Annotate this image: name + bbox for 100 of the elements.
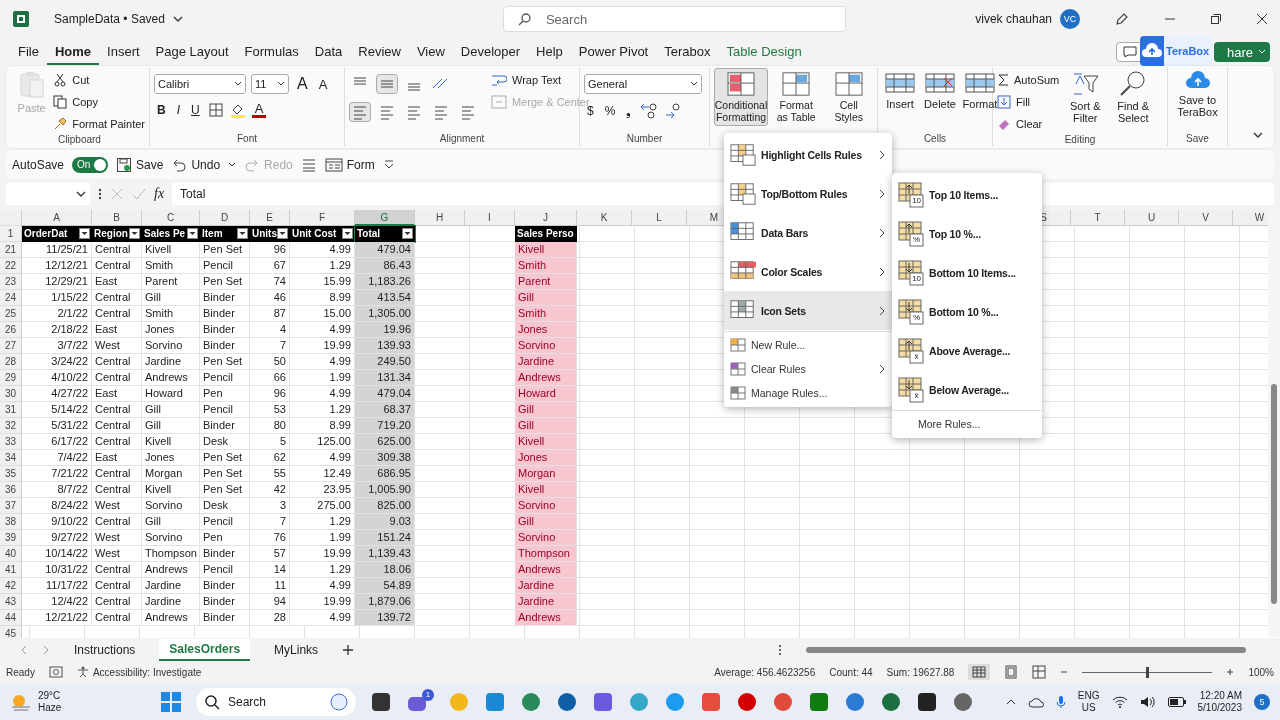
currency-button[interactable]: $ (584, 104, 597, 118)
ribbon-tab[interactable]: Insert (99, 39, 148, 65)
row-number[interactable]: 41 (0, 562, 22, 578)
row-number[interactable]: 25 (0, 306, 22, 322)
find-select-button[interactable]: Find & Select (1111, 68, 1156, 126)
menu-item[interactable]: 10 Bottom 10 Items... (892, 253, 1042, 292)
row-number[interactable]: 38 (0, 514, 22, 530)
notification-badge[interactable]: 5 (1254, 694, 1270, 710)
row-number[interactable]: 26 (0, 322, 22, 338)
column-header[interactable]: K (577, 210, 632, 226)
percent-button[interactable]: % (601, 104, 619, 118)
number-format-dropdown[interactable]: General (584, 74, 702, 94)
row-number[interactable]: 24 (0, 290, 22, 306)
row-number[interactable]: 40 (0, 546, 22, 562)
ribbon-tab[interactable]: Review (350, 39, 409, 65)
menu-item[interactable]: More Rules... (892, 412, 1042, 436)
row-number[interactable]: 36 (0, 482, 22, 498)
menu-item[interactable]: x̄ Above Average... (892, 331, 1042, 370)
user-avatar[interactable]: VC (1060, 9, 1080, 29)
terabox-toast[interactable]: TeraBox (1140, 36, 1213, 66)
row-number[interactable]: 35 (0, 466, 22, 482)
undo-button[interactable]: Undo (171, 156, 221, 173)
italic-button[interactable]: I (173, 103, 183, 117)
search-field[interactable]: Search (502, 6, 846, 32)
row-number[interactable]: 39 (0, 530, 22, 546)
sheet-tab[interactable]: MyLinks (264, 639, 329, 660)
row-number[interactable]: 32 (0, 418, 22, 434)
autosum-button[interactable]: AutoSum (997, 70, 1060, 90)
row-number[interactable]: 34 (0, 450, 22, 466)
insert-function-button[interactable]: fx (154, 186, 165, 202)
cells-button[interactable]: Delete (922, 68, 958, 112)
row-number[interactable]: 37 (0, 498, 22, 514)
weather-widget[interactable]: 29°C Haze (10, 690, 130, 714)
menu-item[interactable]: % Bottom 10 %... (892, 292, 1042, 331)
language-indicator[interactable]: ENG US (1077, 690, 1100, 714)
column-header[interactable]: H (415, 210, 465, 226)
average-value[interactable]: Average: 456.4623256 (714, 666, 816, 678)
column-header[interactable]: L (632, 210, 687, 226)
zoom-level[interactable]: 100% (1248, 666, 1274, 678)
row-number[interactable]: 44 (0, 610, 22, 626)
row-number[interactable]: 28 (0, 354, 22, 370)
cut-button[interactable]: Cut (53, 70, 145, 90)
menu-item[interactable]: New Rule... (724, 333, 892, 357)
ribbon-tab[interactable]: Table Design (718, 39, 810, 65)
column-header[interactable]: I (465, 210, 515, 226)
bold-button[interactable]: B (154, 103, 169, 117)
comma-style-button[interactable]: ❟ (623, 104, 635, 118)
row-number[interactable]: 33 (0, 434, 22, 450)
ribbon-tab[interactable]: File (10, 39, 47, 65)
row-number[interactable]: 43 (0, 594, 22, 610)
menu-item[interactable]: Icon Sets (724, 291, 892, 330)
sum-value[interactable]: Sum: 19627.88 (886, 666, 955, 678)
grow-font-button[interactable]: A (294, 75, 311, 93)
autosave-toggle[interactable]: On (72, 156, 109, 173)
styles-button[interactable]: Conditional Formatting (714, 68, 768, 126)
ribbon-tab[interactable]: View (408, 39, 453, 65)
column-header[interactable]: G (355, 210, 415, 226)
column-header[interactable]: V (1179, 210, 1233, 226)
ribbon-tab[interactable]: Page Layout (147, 39, 237, 65)
clear-button[interactable]: Clear (997, 114, 1060, 134)
row-number[interactable]: 1 (0, 226, 22, 242)
row-number[interactable]: 45 (0, 626, 22, 638)
styles-button[interactable]: Format as Table (772, 68, 821, 126)
share-button[interactable]: hare (1214, 42, 1270, 62)
ribbon-tab[interactable]: Data (306, 39, 351, 65)
menu-item[interactable]: Highlight Cells Rules (724, 135, 892, 174)
ribbon-tab[interactable]: Formulas (236, 39, 307, 65)
clock[interactable]: 12:20 AM 5/10/2023 (1197, 690, 1242, 714)
ribbon-tab[interactable]: Home (46, 39, 100, 65)
cells-button[interactable]: Format (962, 68, 998, 112)
row-number[interactable]: 27 (0, 338, 22, 354)
column-header[interactable]: T (1071, 210, 1125, 226)
save-to-terabox-button[interactable]: Save to TeraBox (1172, 68, 1223, 120)
row-number[interactable]: 42 (0, 578, 22, 594)
sort-filter-button[interactable]: Sort & Filter (1063, 68, 1108, 126)
ribbon-tab[interactable]: Developer (452, 39, 529, 65)
file-name[interactable]: SampleData • Saved (54, 12, 165, 26)
row-number[interactable]: 30 (0, 386, 22, 402)
cells-button[interactable]: Insert (882, 68, 918, 112)
ribbon-tab[interactable]: Terabox (656, 39, 719, 65)
row-number[interactable]: 23 (0, 274, 22, 290)
sheet-tab[interactable]: Instructions (64, 639, 146, 660)
format-painter-button[interactable]: Format Painter (53, 114, 145, 134)
font-family-dropdown[interactable]: Calibri (154, 74, 246, 94)
font-size-dropdown[interactable]: 11 (251, 74, 289, 94)
row-number[interactable]: 22 (0, 258, 22, 274)
count-value[interactable]: Count: 44 (829, 666, 873, 678)
styles-button[interactable]: Cell Styles (824, 68, 873, 126)
menu-item[interactable]: Color Scales (724, 252, 892, 291)
fill-button[interactable]: Fill (997, 92, 1060, 112)
save-button[interactable]: Save (116, 156, 164, 173)
row-number[interactable]: 31 (0, 402, 22, 418)
copy-button[interactable]: Copy (53, 92, 145, 112)
underline-button[interactable]: U (188, 103, 203, 117)
menu-item[interactable]: x̄ Below Average... (892, 370, 1042, 409)
taskbar-search[interactable]: Search (196, 688, 356, 716)
shrink-font-button[interactable]: A (315, 76, 331, 92)
font-color-button[interactable]: A (251, 102, 267, 118)
ribbon-tab[interactable]: Power Pivot (570, 39, 657, 65)
menu-item[interactable]: Clear Rules (724, 357, 892, 381)
